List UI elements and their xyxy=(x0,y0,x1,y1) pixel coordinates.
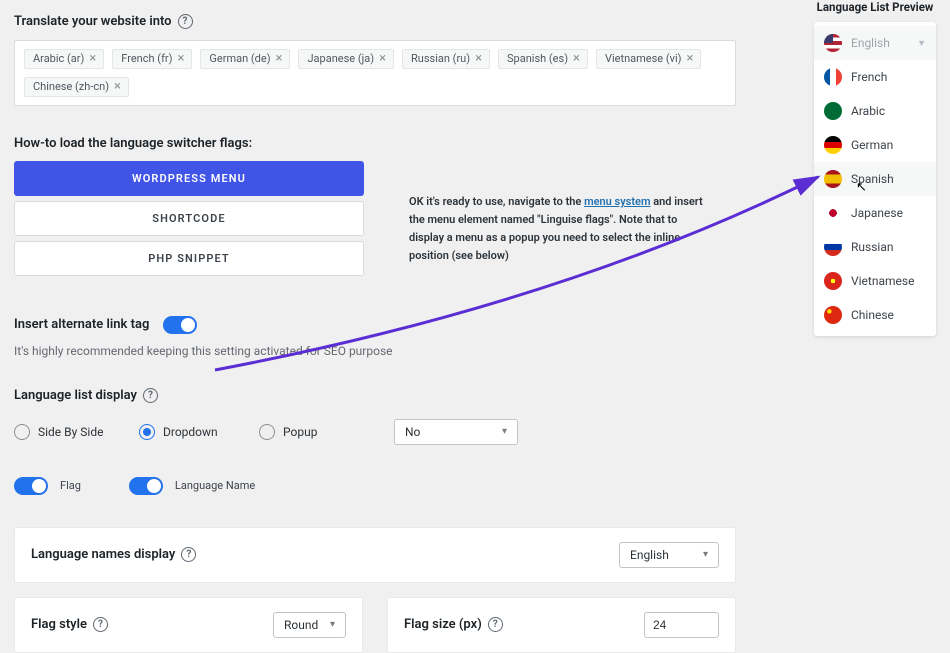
help-icon[interactable]: ? xyxy=(181,547,196,562)
preview-item-spanish[interactable]: Spanish ↖ xyxy=(814,162,936,196)
shortcode-button[interactable]: SHORTCODE xyxy=(14,201,364,236)
preview-item-english[interactable]: English ▼ xyxy=(814,26,936,60)
close-icon[interactable]: × xyxy=(276,52,283,65)
close-icon[interactable]: × xyxy=(475,52,482,65)
flag-icon-es xyxy=(824,170,842,188)
chip-french[interactable]: French (fr)× xyxy=(112,49,192,69)
caret-down-icon: ▼ xyxy=(917,38,926,49)
preview-item-japanese[interactable]: Japanese xyxy=(814,196,936,230)
radio-side-by-side[interactable]: Side By Side xyxy=(14,424,139,440)
flag-icon-jp xyxy=(824,204,842,222)
flag-style-label: Flag style ? xyxy=(31,617,108,632)
chevron-down-icon: ▾ xyxy=(330,619,335,630)
flag-icon-de xyxy=(824,136,842,154)
flag-icon-us xyxy=(824,34,842,52)
display-select[interactable]: No ▾ xyxy=(394,419,518,445)
radio-icon xyxy=(14,424,30,440)
preview-item-arabic[interactable]: Arabic xyxy=(814,94,936,128)
radio-popup[interactable]: Popup xyxy=(259,424,394,440)
flag-icon-vn xyxy=(824,272,842,290)
alt-link-toggle[interactable] xyxy=(163,316,197,334)
flag-icon-ar xyxy=(824,102,842,120)
help-icon[interactable]: ? xyxy=(93,617,108,632)
names-display-label: Language names display ? xyxy=(31,547,196,562)
flag-size-input[interactable] xyxy=(644,612,719,638)
flag-size-label: Flag size (px) ? xyxy=(404,617,503,632)
cursor-icon: ↖ xyxy=(856,180,867,195)
chevron-down-icon: ▾ xyxy=(703,549,708,560)
language-chips-box[interactable]: Arabic (ar)× French (fr)× German (de)× J… xyxy=(14,40,736,106)
close-icon[interactable]: × xyxy=(177,52,184,65)
radio-dropdown[interactable]: Dropdown xyxy=(139,424,259,440)
preview-item-vietnamese[interactable]: Vietnamese xyxy=(814,264,936,298)
radio-icon xyxy=(139,424,155,440)
language-name-toggle[interactable] xyxy=(129,477,163,495)
chip-spanish[interactable]: Spanish (es)× xyxy=(498,49,588,69)
translate-label-text: Translate your website into xyxy=(14,14,172,29)
preview-item-russian[interactable]: Russian xyxy=(814,230,936,264)
alt-link-hint: It's highly recommended keeping this set… xyxy=(14,344,736,358)
flag-icon-cn xyxy=(824,306,842,324)
language-preview-list: English ▼ French Arabic German Spanish ↖… xyxy=(814,22,936,336)
close-icon[interactable]: × xyxy=(114,80,121,93)
names-display-select[interactable]: English ▾ xyxy=(619,542,719,568)
chip-german[interactable]: German (de)× xyxy=(200,49,290,69)
preview-item-french[interactable]: French xyxy=(814,60,936,94)
close-icon[interactable]: × xyxy=(573,52,580,65)
help-icon[interactable]: ? xyxy=(178,14,193,29)
chip-russian[interactable]: Russian (ru)× xyxy=(402,49,490,69)
close-icon[interactable]: × xyxy=(686,52,693,65)
chip-vietnamese[interactable]: Vietnamese (vi)× xyxy=(596,49,701,69)
alt-link-label: Insert alternate link tag xyxy=(14,317,149,332)
chip-arabic[interactable]: Arabic (ar)× xyxy=(24,49,104,69)
flag-toggle[interactable] xyxy=(14,477,48,495)
flag-icon-ru xyxy=(824,238,842,256)
flag-icon-fr xyxy=(824,68,842,86)
flag-toggle-label: Flag xyxy=(60,479,81,492)
help-icon[interactable]: ? xyxy=(143,388,158,403)
display-label: Language list display ? xyxy=(14,388,736,403)
chip-japanese[interactable]: Japanese (ja)× xyxy=(298,49,394,69)
close-icon[interactable]: × xyxy=(89,52,96,65)
help-icon[interactable]: ? xyxy=(488,617,503,632)
chevron-down-icon: ▾ xyxy=(502,426,507,437)
preview-item-german[interactable]: German xyxy=(814,128,936,162)
wordpress-menu-button[interactable]: WORDPRESS MENU xyxy=(14,161,364,196)
php-snippet-button[interactable]: PHP SNIPPET xyxy=(14,241,364,276)
info-box: OK it's ready to use, navigate to the me… xyxy=(389,175,729,284)
translate-label: Translate your website into ? xyxy=(14,14,736,29)
radio-icon xyxy=(259,424,275,440)
preview-title: Language List Preview xyxy=(814,0,936,14)
language-name-toggle-label: Language Name xyxy=(175,479,255,492)
menu-system-link[interactable]: menu system xyxy=(584,195,650,208)
close-icon[interactable]: × xyxy=(379,52,386,65)
loader-label: How-to load the language switcher flags: xyxy=(14,136,736,151)
chip-chinese[interactable]: Chinese (zh-cn)× xyxy=(24,77,129,97)
preview-item-chinese[interactable]: Chinese xyxy=(814,298,936,332)
flag-style-select[interactable]: Round ▾ xyxy=(273,612,346,638)
